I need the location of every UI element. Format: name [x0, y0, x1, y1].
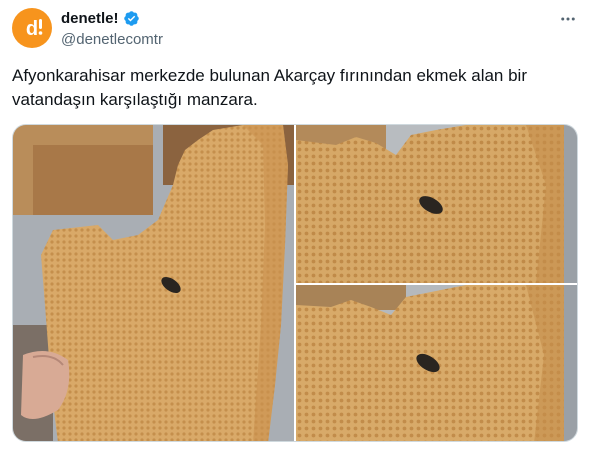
tweet-text: Afyonkarahisar merkezde bulunan Akarçay …	[12, 66, 527, 109]
media-grid	[12, 124, 578, 442]
more-horizontal-icon[interactable]	[557, 8, 579, 30]
denetle-logo-icon: d	[26, 18, 43, 40]
photo-3[interactable]	[296, 285, 577, 441]
photo-2[interactable]	[296, 125, 577, 283]
photo-1[interactable]	[13, 125, 294, 441]
svg-text:d: d	[26, 18, 38, 40]
avatar[interactable]: d	[12, 8, 52, 48]
author-name-row: denetle!	[61, 10, 140, 27]
tweet: d denetle! @denetlecomtr Afyonkarahisar …	[0, 0, 593, 455]
verified-badge-icon	[123, 10, 140, 27]
author-handle[interactable]: @denetlecomtr	[61, 31, 163, 48]
display-name[interactable]: denetle!	[61, 10, 119, 27]
